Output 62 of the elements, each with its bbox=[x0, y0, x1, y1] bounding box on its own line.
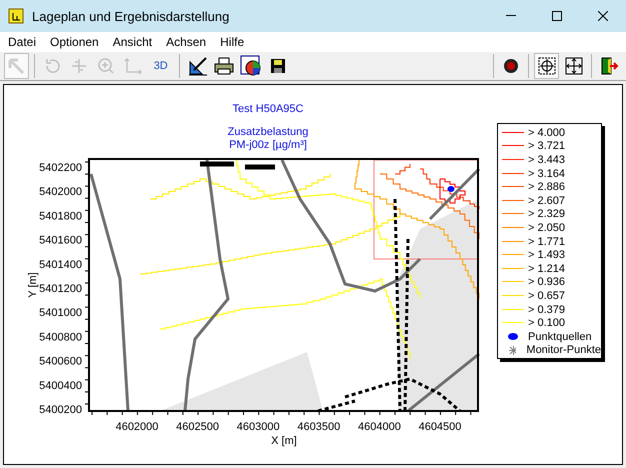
menu-item[interactable]: Hilfe bbox=[213, 35, 252, 49]
printer-icon bbox=[213, 56, 236, 76]
y-tick-label: 5400400 bbox=[39, 380, 82, 392]
legend-label: > 3.443 bbox=[528, 154, 566, 166]
menu-item[interactable]: Ansicht bbox=[106, 35, 160, 49]
x-tick-label: 4602500 bbox=[176, 421, 220, 433]
fit-view-icon bbox=[536, 56, 557, 76]
arrow-icon bbox=[8, 58, 24, 74]
legend-label: > 1.771 bbox=[528, 236, 566, 248]
legend-label: > 0.936 bbox=[528, 276, 566, 288]
y-tick-label: 5401600 bbox=[39, 234, 82, 247]
y-tick-label: 5400200 bbox=[39, 404, 82, 416]
3d-button[interactable]: 3D bbox=[147, 53, 174, 79]
plot-title: Test H50A95C bbox=[232, 103, 304, 115]
menu-item[interactable]: Achsen bbox=[159, 35, 214, 49]
y-tick-label: 5402000 bbox=[39, 186, 82, 198]
expand-view-icon bbox=[564, 56, 584, 76]
minimize-icon bbox=[506, 15, 516, 17]
record-icon bbox=[502, 57, 520, 75]
y-axis-label: Y [m] bbox=[27, 272, 39, 298]
app-icon bbox=[8, 8, 24, 24]
move-icon bbox=[70, 57, 88, 75]
y-tick-label: 5400800 bbox=[39, 331, 82, 344]
legend-label: > 1.493 bbox=[528, 249, 566, 262]
legend-label: > 3.164 bbox=[528, 168, 566, 180]
x-tick-label: 4604500 bbox=[418, 421, 462, 433]
zoom-in-icon bbox=[97, 57, 116, 75]
y-tick-label: 5400600 bbox=[39, 356, 82, 368]
window-title: Lageplan und Ergebnisdarstellung bbox=[32, 8, 230, 24]
menu-item[interactable]: Optionen bbox=[43, 35, 106, 49]
legend-label: > 2.886 bbox=[528, 181, 566, 194]
x-axis-label: X [m] bbox=[271, 435, 297, 447]
legend-label: > 2.607 bbox=[528, 194, 566, 207]
close-icon bbox=[598, 11, 608, 21]
legend-label: > 2.329 bbox=[528, 208, 566, 220]
legend-label: > 0.657 bbox=[528, 290, 566, 302]
x-tick-label: 4604000 bbox=[358, 421, 401, 433]
plot-subtitle: Zusatzbelastung bbox=[228, 126, 308, 138]
pie-chart-icon bbox=[240, 55, 262, 77]
legend-label: > 0.100 bbox=[528, 317, 566, 330]
legend-label: > 1.214 bbox=[528, 262, 566, 275]
y-tick-label: 5401000 bbox=[39, 307, 82, 320]
axes-icon bbox=[122, 57, 143, 75]
fit-button[interactable] bbox=[534, 53, 560, 79]
legend-label: > 0.379 bbox=[528, 304, 566, 316]
exit-door-icon bbox=[599, 56, 620, 76]
y-tick-label: 5401400 bbox=[39, 258, 82, 271]
legend-label: > 3.721 bbox=[528, 140, 566, 152]
ruler-pencil-icon bbox=[188, 56, 208, 76]
legend-label: > 2.050 bbox=[528, 222, 566, 234]
menu-item[interactable]: Datei bbox=[1, 35, 44, 49]
plot-subtitle: PM-j00z [µg/m³] bbox=[229, 139, 307, 151]
x-tick-label: 4602000 bbox=[116, 421, 158, 433]
y-tick-label: 5402200 bbox=[39, 162, 82, 174]
legend-label: Monitor-Punkte bbox=[526, 344, 601, 356]
x-tick-label: 4603000 bbox=[236, 421, 280, 433]
x-tick-label: 4603500 bbox=[297, 421, 340, 433]
legend-label: Punktquellen bbox=[528, 330, 592, 343]
y-tick-label: 5401800 bbox=[39, 210, 82, 222]
maximize-icon bbox=[552, 11, 562, 21]
y-tick-label: 5401200 bbox=[39, 283, 82, 295]
legend-label: > 4.000 bbox=[528, 126, 566, 139]
